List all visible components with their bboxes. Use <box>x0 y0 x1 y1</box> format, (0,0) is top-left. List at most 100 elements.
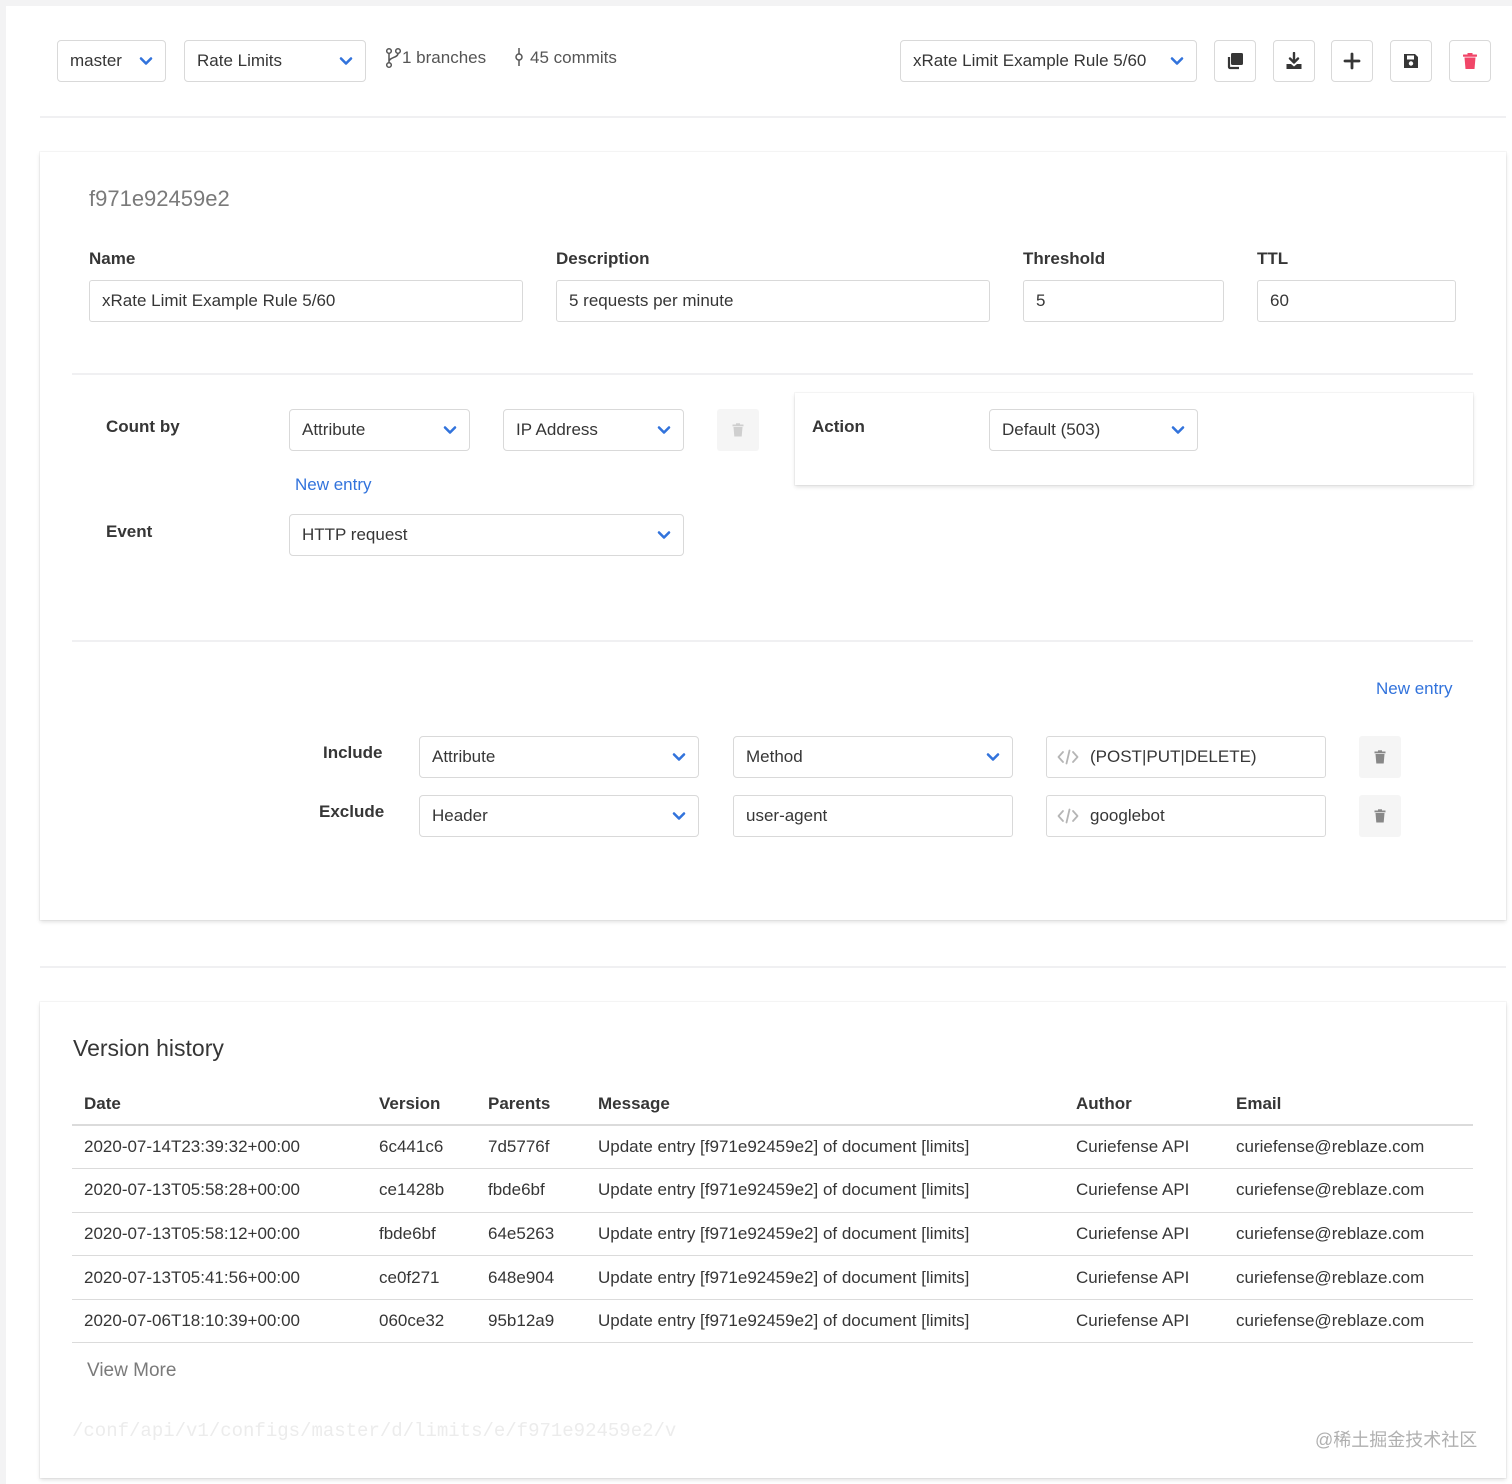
threshold-input[interactable]: 5 <box>1023 280 1224 322</box>
include-key-select[interactable]: Method <box>733 736 1013 778</box>
cell-message: Update entry [f971e92459e2] of document … <box>586 1212 1064 1257</box>
cell-email: curiefense@reblaze.com <box>1224 1168 1473 1213</box>
table-row[interactable]: 2020-07-13T05:58:12+00:00 fbde6bf 64e526… <box>72 1212 1473 1257</box>
delete-button[interactable] <box>1449 40 1491 82</box>
include-type-select[interactable]: Attribute <box>419 736 699 778</box>
section-divider <box>40 966 1506 968</box>
exclude-key-value: user-agent <box>746 806 828 825</box>
cell-parents: 95b12a9 <box>476 1299 586 1344</box>
clone-icon <box>1226 52 1244 70</box>
entry-select-value: xRate Limit Example Rule 5/60 <box>913 51 1147 70</box>
ttl-input[interactable]: 60 <box>1257 280 1456 322</box>
exclude-label: Exclude <box>319 802 385 821</box>
event-select[interactable]: HTTP request <box>289 514 684 556</box>
duplicate-button[interactable] <box>1214 40 1256 82</box>
trash-icon <box>1374 809 1386 823</box>
cell-version: 6c441c6 <box>367 1125 476 1170</box>
column-header-email[interactable]: Email <box>1224 1083 1473 1126</box>
include-value-text: (POST|PUT|DELETE) <box>1090 747 1257 766</box>
cell-author: Curiefense API <box>1064 1168 1224 1213</box>
cell-author: Curiefense API <box>1064 1255 1224 1300</box>
cell-email: curiefense@reblaze.com <box>1224 1255 1473 1300</box>
action-label: Action <box>812 417 865 436</box>
name-label: Name <box>89 249 136 268</box>
plus-icon <box>1343 52 1361 70</box>
remove-count-by-button[interactable] <box>717 409 759 451</box>
cell-date: 2020-07-06T18:10:39+00:00 <box>72 1299 367 1344</box>
add-button[interactable] <box>1331 40 1373 82</box>
count-by-value-select[interactable]: IP Address <box>503 409 684 451</box>
entry-select[interactable]: xRate Limit Example Rule 5/60 <box>900 40 1197 82</box>
count-by-new-entry-link[interactable]: New entry <box>295 475 372 495</box>
remove-exclude-button[interactable] <box>1359 795 1401 837</box>
ttl-label: TTL <box>1257 249 1289 268</box>
section-divider <box>72 373 1473 375</box>
include-value-input[interactable]: (POST|PUT|DELETE) <box>1046 736 1326 778</box>
toolbar-divider <box>40 116 1506 118</box>
cell-email: curiefense@reblaze.com <box>1224 1125 1473 1170</box>
table-row[interactable]: 2020-07-14T23:39:32+00:00 6c441c6 7d5776… <box>72 1125 1473 1170</box>
cell-parents: 64e5263 <box>476 1212 586 1257</box>
count-by-type-select[interactable]: Attribute <box>289 409 470 451</box>
rule-id: f971e92459e2 <box>89 186 230 211</box>
table-row[interactable]: 2020-07-13T05:41:56+00:00 ce0f271 648e90… <box>72 1255 1473 1300</box>
view-more-link[interactable]: View More <box>87 1360 176 1382</box>
branch-select-value: master <box>70 51 122 70</box>
branch-select[interactable]: master <box>57 40 166 82</box>
exclude-value-text: googlebot <box>1090 806 1165 825</box>
exclude-key-input[interactable]: user-agent <box>733 795 1013 837</box>
cell-version: 060ce32 <box>367 1299 476 1344</box>
trash-icon <box>1461 52 1479 70</box>
code-commit-icon <box>512 47 526 69</box>
commits-text: 45 commits <box>530 48 617 67</box>
chevron-down-icon <box>672 750 686 764</box>
remove-include-button[interactable] <box>1359 736 1401 778</box>
document-select[interactable]: Rate Limits <box>184 40 366 82</box>
description-input[interactable]: 5 requests per minute <box>556 280 990 322</box>
cell-version: ce1428b <box>367 1168 476 1213</box>
column-header-author[interactable]: Author <box>1064 1083 1224 1126</box>
table-row[interactable]: 2020-07-13T05:58:28+00:00 ce1428b fbde6b… <box>72 1168 1473 1213</box>
cell-version: fbde6bf <box>367 1212 476 1257</box>
event-label: Event <box>106 522 153 541</box>
branches-count[interactable]: 1 branches <box>384 46 486 70</box>
save-icon <box>1402 52 1420 70</box>
cell-version: ce0f271 <box>367 1255 476 1300</box>
cell-date: 2020-07-13T05:58:12+00:00 <box>72 1212 367 1257</box>
table-row[interactable]: 2020-07-06T18:10:39+00:00 060ce32 95b12a… <box>72 1299 1473 1344</box>
ttl-input-value: 60 <box>1270 291 1289 310</box>
filters-new-entry-link[interactable]: New entry <box>1376 679 1453 699</box>
chevron-down-icon <box>443 423 457 437</box>
download-button[interactable] <box>1273 40 1315 82</box>
cell-date: 2020-07-13T05:58:28+00:00 <box>72 1168 367 1213</box>
threshold-label: Threshold <box>1023 249 1106 268</box>
cell-author: Curiefense API <box>1064 1212 1224 1257</box>
chevron-down-icon <box>1171 423 1185 437</box>
count-by-label: Count by <box>106 417 180 436</box>
version-history-table: Date Version Parents Message Author Emai… <box>72 1083 1473 1344</box>
column-header-version[interactable]: Version <box>367 1083 476 1126</box>
code-icon <box>1057 749 1079 765</box>
commits-count[interactable]: 45 commits <box>512 46 617 70</box>
include-label: Include <box>323 743 383 762</box>
chevron-down-icon <box>672 809 686 823</box>
name-input[interactable]: xRate Limit Example Rule 5/60 <box>89 280 523 322</box>
cell-parents: 7d5776f <box>476 1125 586 1170</box>
column-header-parents[interactable]: Parents <box>476 1083 586 1126</box>
trash-icon <box>732 423 744 437</box>
cell-message: Update entry [f971e92459e2] of document … <box>586 1125 1064 1170</box>
column-header-message[interactable]: Message <box>586 1083 1064 1126</box>
branches-text: 1 branches <box>402 48 487 67</box>
chevron-down-icon <box>139 54 153 68</box>
exclude-type-select[interactable]: Header <box>419 795 699 837</box>
cell-author: Curiefense API <box>1064 1125 1224 1170</box>
exclude-value-input[interactable]: googlebot <box>1046 795 1326 837</box>
name-input-value: xRate Limit Example Rule 5/60 <box>102 291 336 310</box>
save-button[interactable] <box>1390 40 1432 82</box>
chevron-down-icon <box>1170 54 1184 68</box>
action-select[interactable]: Default (503) <box>989 409 1198 451</box>
cell-message: Update entry [f971e92459e2] of document … <box>586 1299 1064 1344</box>
cell-email: curiefense@reblaze.com <box>1224 1212 1473 1257</box>
cell-parents: 648e904 <box>476 1255 586 1300</box>
column-header-date[interactable]: Date <box>72 1083 367 1126</box>
